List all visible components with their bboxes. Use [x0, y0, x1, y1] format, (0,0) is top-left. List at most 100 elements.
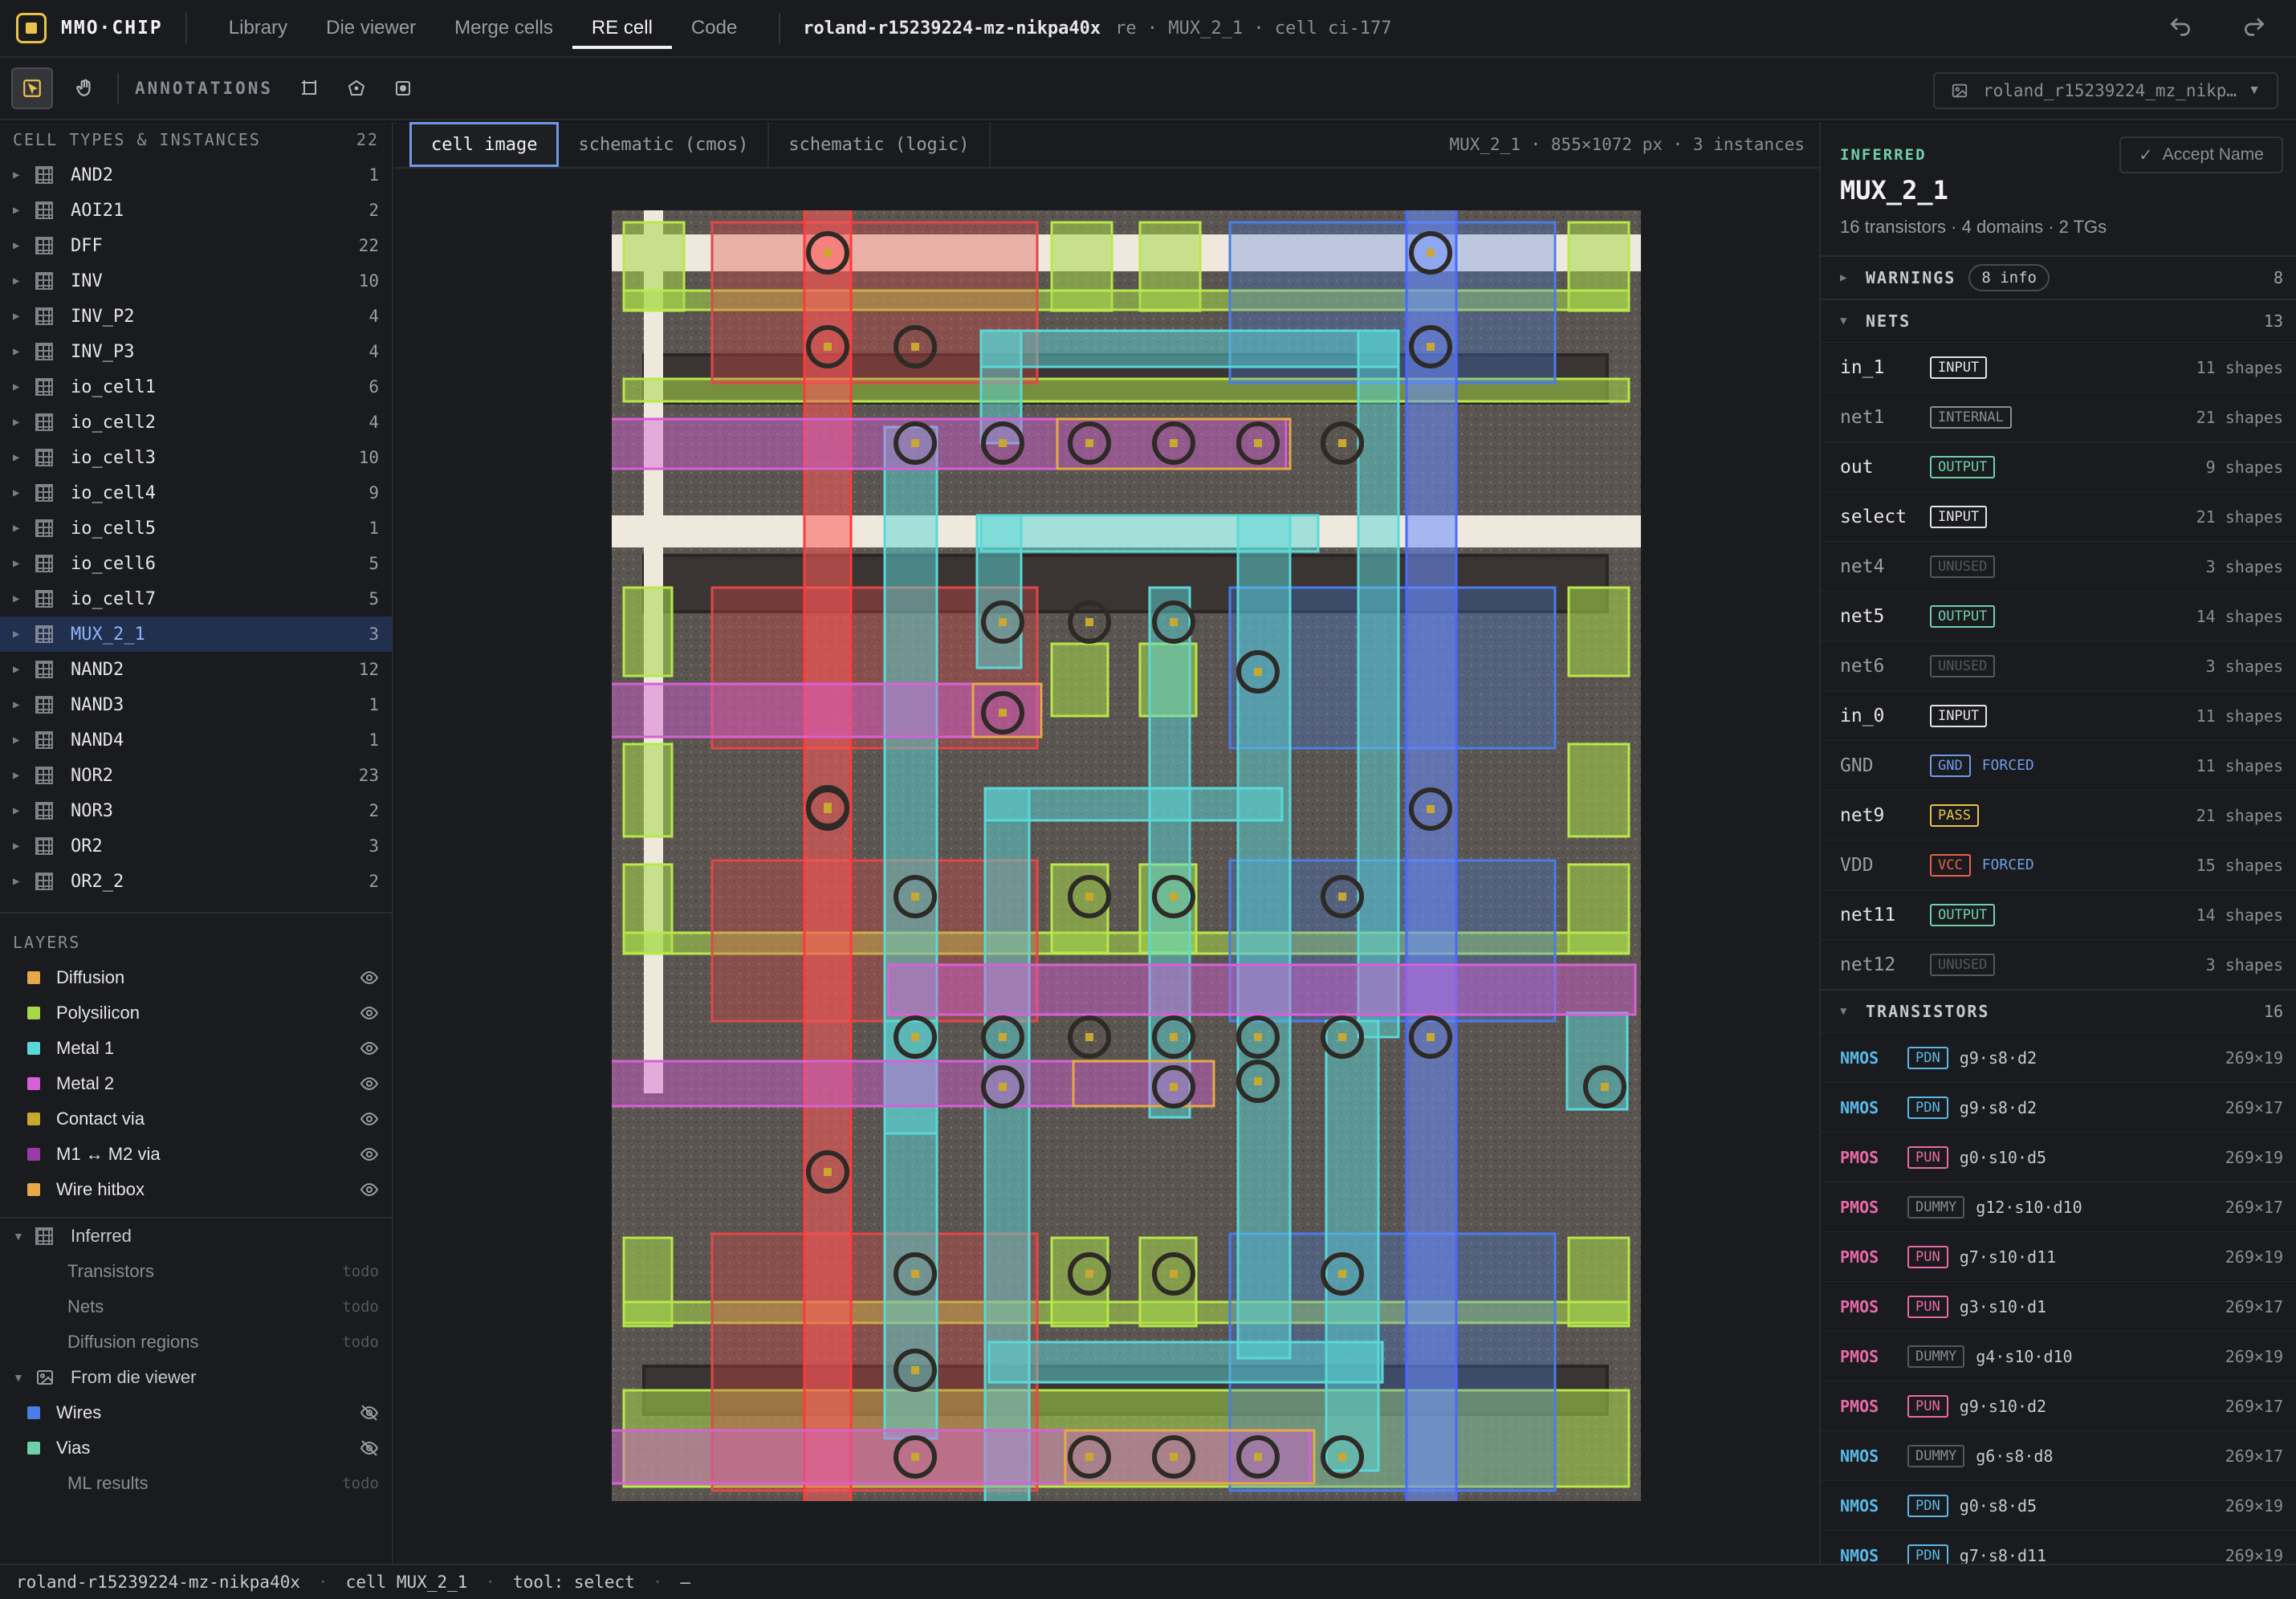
- chevron-right-icon[interactable]: ▶: [13, 840, 26, 852]
- tree-item-inferred-child[interactable]: Diffusion regions todo: [0, 1324, 392, 1360]
- cell-type-item[interactable]: ▶ io_cell3 10: [0, 440, 392, 475]
- contact-via[interactable]: [1427, 249, 1435, 257]
- cell-type-item[interactable]: ▶ INV 10: [0, 263, 392, 299]
- tree-item-inferred-child[interactable]: Transistors todo: [0, 1254, 392, 1289]
- contact-via[interactable]: [1085, 618, 1093, 626]
- chevron-right-icon[interactable]: ▶: [13, 875, 26, 888]
- layer-item[interactable]: Contact via: [0, 1101, 392, 1137]
- contact-via[interactable]: [911, 439, 919, 447]
- contact-via[interactable]: [824, 1168, 832, 1176]
- layer-item[interactable]: M1 ↔ M2 via: [0, 1137, 392, 1172]
- cell-type-item[interactable]: ▶ DFF 22: [0, 228, 392, 263]
- contact-via[interactable]: [911, 1453, 919, 1461]
- transistor-row[interactable]: PMOS DUMMY g4·s10·d10 269×19: [1821, 1331, 2296, 1381]
- transistor-row[interactable]: NMOS PDN g9·s8·d2 269×19: [1821, 1032, 2296, 1082]
- chevron-right-icon[interactable]: ▶: [13, 204, 26, 217]
- cell-type-item[interactable]: ▶ io_cell1 6: [0, 369, 392, 405]
- transistor-row[interactable]: PMOS DUMMY g12·s10·d10 269×17: [1821, 1182, 2296, 1231]
- accept-name-button[interactable]: ✓ Accept Name: [2119, 136, 2283, 173]
- eye-icon[interactable]: [360, 1180, 379, 1199]
- cell-type-item[interactable]: ▶ NOR2 23: [0, 758, 392, 793]
- contact-via[interactable]: [1170, 1453, 1178, 1461]
- contact-via[interactable]: [911, 1366, 919, 1374]
- contact-via[interactable]: [911, 893, 919, 901]
- die-layer-item[interactable]: Vias: [0, 1430, 392, 1466]
- contact-via[interactable]: [911, 1033, 919, 1041]
- net-row[interactable]: select INPUT 21 shapes: [1821, 491, 2296, 541]
- chevron-right-icon[interactable]: ▶: [13, 169, 26, 181]
- cell-type-item[interactable]: ▶ NOR3 2: [0, 793, 392, 828]
- net-row[interactable]: VDD VCC FORCED 15 shapes: [1821, 840, 2296, 889]
- eye-off-icon[interactable]: [360, 1438, 379, 1458]
- polygon-annotation-button[interactable]: [337, 69, 376, 108]
- pan-tool-button[interactable]: [64, 67, 106, 109]
- cell-type-item[interactable]: ▶ INV_P3 4: [0, 334, 392, 369]
- chevron-right-icon[interactable]: ▶: [13, 698, 26, 711]
- contact-via[interactable]: [1170, 1033, 1178, 1041]
- chevron-right-icon[interactable]: ▶: [13, 769, 26, 782]
- chevron-right-icon[interactable]: ▶: [13, 380, 26, 393]
- contact-via[interactable]: [1338, 893, 1346, 901]
- net-row[interactable]: out OUTPUT 9 shapes: [1821, 441, 2296, 491]
- net-row[interactable]: net6 UNUSED 3 shapes: [1821, 641, 2296, 690]
- net-row[interactable]: net1 INTERNAL 21 shapes: [1821, 392, 2296, 441]
- eye-icon[interactable]: [360, 968, 379, 987]
- transistor-row[interactable]: NMOS PDN g0·s8·d5 269×19: [1821, 1480, 2296, 1530]
- eye-off-icon[interactable]: [360, 1403, 379, 1422]
- chevron-right-icon[interactable]: ▶: [13, 734, 26, 747]
- contact-via[interactable]: [999, 439, 1007, 447]
- transistor-row[interactable]: PMOS PUN g9·s10·d2 269×17: [1821, 1381, 2296, 1430]
- nets-section-header[interactable]: ▼ NETS 13: [1821, 299, 2296, 342]
- contact-via[interactable]: [1170, 1270, 1178, 1278]
- nav-tab-die-viewer[interactable]: Die viewer: [307, 0, 435, 57]
- layer-item[interactable]: Diffusion: [0, 960, 392, 995]
- net-row[interactable]: GND GND FORCED 11 shapes: [1821, 740, 2296, 790]
- select-tool-button[interactable]: [11, 67, 53, 109]
- cell-type-item[interactable]: ▶ MUX_2_1 3: [0, 616, 392, 652]
- nav-tab-library[interactable]: Library: [210, 0, 307, 57]
- chevron-right-icon[interactable]: ▶: [13, 275, 26, 287]
- contact-via[interactable]: [999, 709, 1007, 717]
- contact-via[interactable]: [911, 343, 919, 351]
- cell-type-item[interactable]: ▶ io_cell7 5: [0, 581, 392, 616]
- contact-via[interactable]: [1338, 1033, 1346, 1041]
- eye-icon[interactable]: [360, 1039, 379, 1058]
- transistor-row[interactable]: NMOS DUMMY g6·s8·d8 269×17: [1821, 1430, 2296, 1480]
- app-logo[interactable]: MMO·CHIP: [16, 13, 163, 43]
- contact-via[interactable]: [1427, 805, 1435, 813]
- contact-via[interactable]: [1085, 1270, 1093, 1278]
- cell-type-item[interactable]: ▶ OR2 3: [0, 828, 392, 864]
- layer-item[interactable]: Polysilicon: [0, 995, 392, 1031]
- breadcrumb-die[interactable]: roland-r15239224-mz-nikpa40x: [803, 18, 1101, 39]
- cell-type-item[interactable]: ▶ OR2_2 2: [0, 864, 392, 899]
- contact-via[interactable]: [999, 618, 1007, 626]
- chevron-right-icon[interactable]: ▶: [13, 804, 26, 817]
- nav-tab-code[interactable]: Code: [672, 0, 756, 57]
- cell-type-item[interactable]: ▶ io_cell6 5: [0, 546, 392, 581]
- net-row[interactable]: net4 UNUSED 3 shapes: [1821, 541, 2296, 591]
- view-tab-cell-image[interactable]: cell image: [409, 122, 560, 167]
- contact-via[interactable]: [1085, 1453, 1093, 1461]
- chevron-right-icon[interactable]: ▶: [13, 522, 26, 535]
- eye-icon[interactable]: [360, 1109, 379, 1129]
- chevron-right-icon[interactable]: ▶: [13, 557, 26, 570]
- chevron-right-icon[interactable]: ▶: [13, 628, 26, 641]
- cell-type-item[interactable]: ▶ NAND2 12: [0, 652, 392, 687]
- contact-via[interactable]: [999, 1083, 1007, 1091]
- chevron-right-icon[interactable]: ▶: [13, 345, 26, 358]
- chevron-right-icon[interactable]: ▶: [13, 451, 26, 464]
- chevron-right-icon[interactable]: ▶: [13, 663, 26, 676]
- contact-via[interactable]: [1254, 439, 1262, 447]
- eye-icon[interactable]: [360, 1145, 379, 1164]
- contact-via[interactable]: [1170, 618, 1178, 626]
- cell-type-item[interactable]: ▶ io_cell4 9: [0, 475, 392, 511]
- transistor-row[interactable]: NMOS PDN g7·s8·d11 269×19: [1821, 1530, 2296, 1564]
- contact-via[interactable]: [911, 1270, 919, 1278]
- contact-via[interactable]: [1254, 1077, 1262, 1085]
- chevron-right-icon[interactable]: ▶: [13, 486, 26, 499]
- contact-via[interactable]: [1427, 343, 1435, 351]
- transistor-row[interactable]: NMOS PDN g9·s8·d2 269×17: [1821, 1082, 2296, 1132]
- contact-via[interactable]: [1170, 439, 1178, 447]
- chevron-right-icon[interactable]: ▶: [13, 592, 26, 605]
- contact-via[interactable]: [824, 249, 832, 257]
